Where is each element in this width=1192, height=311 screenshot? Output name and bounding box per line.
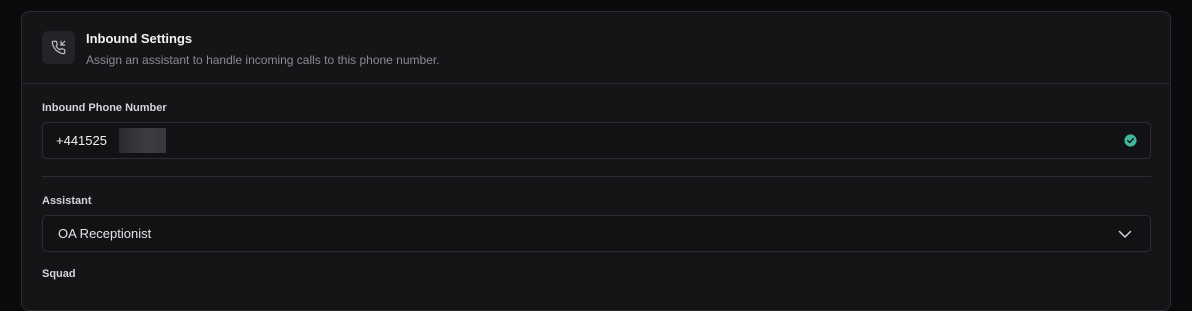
inbound-settings-card: Inbound Settings Assign an assistant to … (21, 11, 1171, 311)
check-circle-icon (1124, 134, 1137, 147)
chevron-down-icon (1118, 230, 1132, 238)
squad-label: Squad (42, 268, 76, 280)
phone-incoming-icon (42, 31, 75, 64)
assistant-select[interactable]: OA Receptionist (42, 215, 1151, 252)
assistant-selected-value: OA Receptionist (58, 226, 152, 241)
phone-number-label: Inbound Phone Number (42, 102, 167, 114)
redacted-area (119, 128, 166, 153)
card-header: Inbound Settings Assign an assistant to … (22, 12, 1170, 84)
phone-number-value: +441525 (56, 133, 107, 148)
section-divider (42, 176, 1151, 177)
section-subtitle: Assign an assistant to handle incoming c… (86, 53, 440, 67)
section-title: Inbound Settings (86, 31, 193, 46)
phone-number-input[interactable]: +441525 (42, 122, 1151, 159)
assistant-label: Assistant (42, 195, 92, 207)
